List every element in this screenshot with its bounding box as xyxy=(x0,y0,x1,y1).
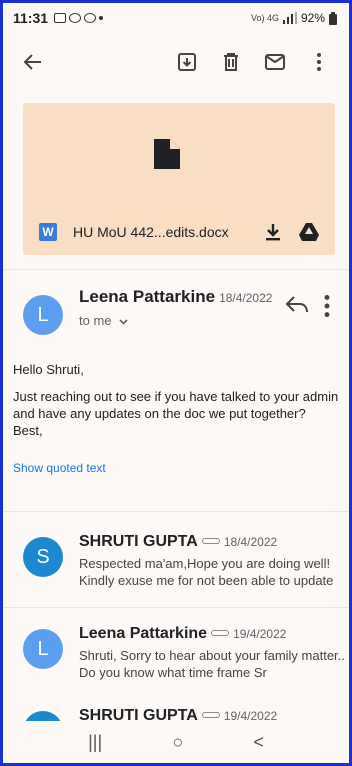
divider xyxy=(3,511,349,512)
battery-icon xyxy=(329,11,337,25)
document-icon xyxy=(154,139,180,169)
gallery-icon xyxy=(54,13,67,23)
word-file-icon: W xyxy=(39,223,57,241)
home-button[interactable]: ○ xyxy=(172,732,183,753)
mail-icon xyxy=(265,54,285,70)
app-icon-2 xyxy=(84,13,97,23)
status-time: 11:31 xyxy=(13,10,49,26)
avatar: L xyxy=(23,295,63,335)
attachment-clip-icon xyxy=(201,711,220,718)
recipients-label: to me xyxy=(79,313,112,328)
attachment-clip-icon xyxy=(211,629,230,636)
recents-button[interactable]: ||| xyxy=(88,732,102,753)
save-to-drive-icon[interactable] xyxy=(299,223,319,241)
message-text: Just reaching out to see if you have tal… xyxy=(13,389,339,421)
more-vertical-icon xyxy=(317,53,321,71)
attachment-footer: W HU MoU 442...edits.docx xyxy=(39,219,329,245)
archive-button[interactable] xyxy=(167,42,207,82)
thread-snippet: Respected ma'am,Hope you are doing well!… xyxy=(79,556,334,588)
battery-percent: 92% xyxy=(300,11,325,25)
trash-icon xyxy=(224,53,238,71)
toolbar xyxy=(3,33,349,91)
notification-icons xyxy=(54,13,104,23)
avatar: L xyxy=(23,629,63,669)
message-more-icon[interactable] xyxy=(323,295,331,317)
message-greeting: Hello Shruti, xyxy=(13,362,84,377)
thread-item[interactable]: S SHRUTI GUPTA 18/4/2022 Respected ma'am,… xyxy=(23,533,343,593)
thread-snippet: Shruti, Sorry to hear about your family … xyxy=(79,648,345,680)
overflow-menu-button[interactable] xyxy=(299,42,339,82)
screen: 11:31 Vo) 4G 92% W HU MoU 442...edits.do… xyxy=(0,0,352,766)
system-nav-bar: ||| ○ < xyxy=(3,721,349,763)
message-signoff: Best, xyxy=(13,423,43,438)
attachment-filename: HU MoU 442...edits.docx xyxy=(73,224,229,240)
signal-icon xyxy=(282,12,297,24)
show-quoted-text-link[interactable]: Show quoted text xyxy=(13,461,106,475)
thread-date: 18/4/2022 xyxy=(223,535,278,549)
archive-icon xyxy=(178,53,196,71)
thread-sender: Leena Pattarkine 19/4/2022 xyxy=(79,625,286,643)
message-body: Hello Shruti, Just reaching out to see i… xyxy=(13,361,343,439)
back-button[interactable] xyxy=(13,42,53,82)
chevron-down-icon xyxy=(119,319,128,325)
thread-item[interactable]: L Leena Pattarkine 19/4/2022 Shruti, Sorr… xyxy=(23,625,345,685)
status-right: Vo) 4G 92% xyxy=(251,11,337,25)
thread-sender-name: SHRUTI GUPTA xyxy=(79,533,198,550)
thread-date: 19/4/2022 xyxy=(223,709,278,721)
more-notifications-icon xyxy=(99,16,104,20)
attachment-actions xyxy=(265,223,319,241)
app-icon xyxy=(69,13,82,23)
attachment-card[interactable]: W HU MoU 442...edits.docx xyxy=(23,103,335,255)
divider xyxy=(3,269,349,270)
back-nav-button[interactable]: < xyxy=(253,732,264,753)
thread-sender: SHRUTI GUPTA 18/4/2022 xyxy=(79,533,277,551)
thread-sender: SHRUTI GUPTA 19/4/2022 xyxy=(79,707,277,721)
arrow-left-icon xyxy=(24,54,41,70)
thread-item[interactable]: S SHRUTI GUPTA 19/4/2022 xyxy=(23,707,343,721)
sender-name: Leena Pattarkine 18/4/2022 xyxy=(79,287,272,307)
message-date: 18/4/2022 xyxy=(219,291,273,305)
recipients-toggle[interactable]: to me xyxy=(79,313,128,328)
network-label: Vo) 4G xyxy=(250,13,279,23)
attachment-clip-icon xyxy=(201,537,220,544)
thread-sender-name: Leena Pattarkine xyxy=(79,625,208,642)
message-header: L Leena Pattarkine 18/4/2022 to me xyxy=(23,287,333,347)
reply-icon[interactable] xyxy=(285,295,309,315)
sender-name-text: Leena Pattarkine xyxy=(79,287,216,306)
avatar: S xyxy=(23,711,63,721)
mark-unread-button[interactable] xyxy=(255,42,295,82)
thread-sender-name: SHRUTI GUPTA xyxy=(79,707,198,721)
status-bar: 11:31 Vo) 4G 92% xyxy=(3,3,349,33)
thread-date: 19/4/2022 xyxy=(233,627,287,641)
divider xyxy=(3,607,349,608)
download-icon[interactable] xyxy=(265,223,281,241)
avatar: S xyxy=(23,537,63,577)
delete-button[interactable] xyxy=(211,42,251,82)
